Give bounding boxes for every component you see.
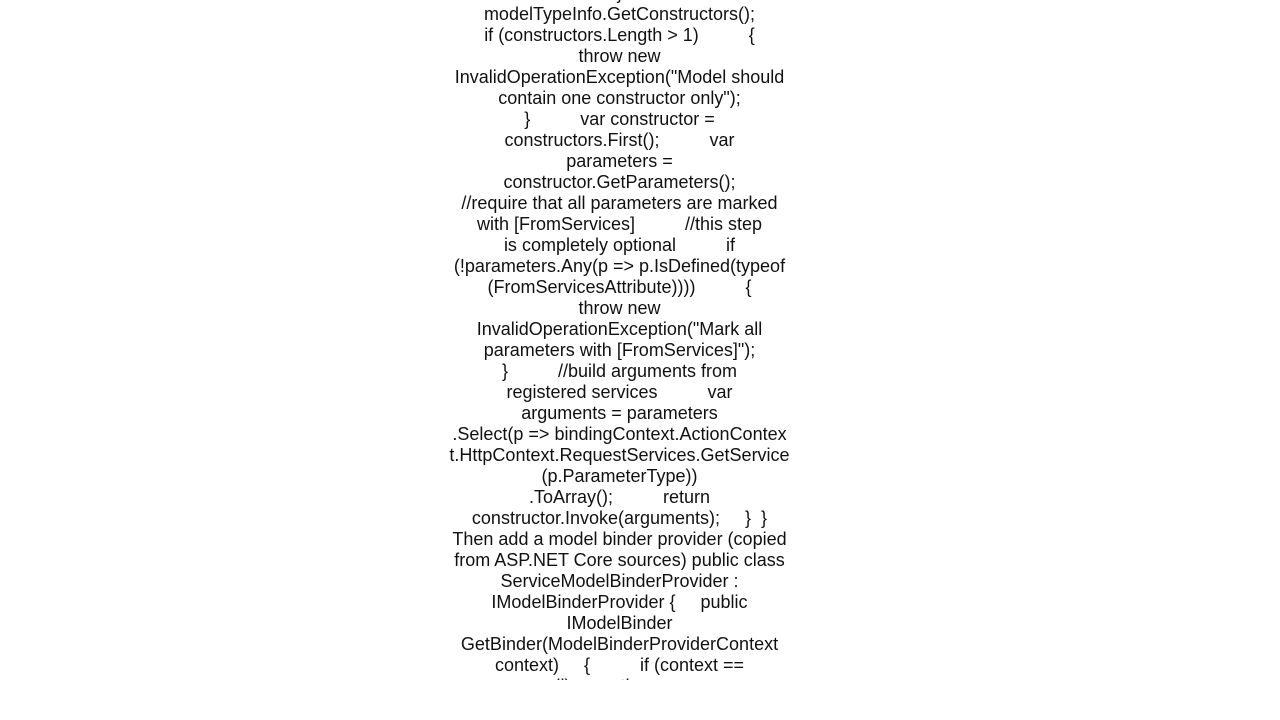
text-line: constructors.First(); var [504, 130, 735, 150]
text-line: parameters with [FromServices]"); [483, 340, 756, 360]
text-line: } var constructor = [524, 109, 715, 129]
text-line: arguments = parameters [521, 403, 718, 423]
text-line: InvalidOperationException("Model should [454, 67, 785, 87]
code-text-column: }modelTypeInfo.GetConstructors();if (con… [447, 0, 792, 680]
text-line: ServiceModelBinderProvider : [500, 571, 739, 591]
text-line: is completely optional if [503, 235, 736, 255]
text-line: InvalidOperationException("Mark all [476, 319, 763, 339]
text-line: .Select(p => bindingContext.ActionContex [452, 424, 787, 444]
text-line: IModelBinder [566, 613, 673, 633]
text-line: contain one constructor only"); [498, 88, 741, 108]
text-line: if (constructors.Length > 1) { [484, 25, 755, 45]
text-line: parameters = [566, 151, 673, 171]
text-line: GetBinder(ModelBinderProviderContext [460, 634, 779, 654]
text-line: constructor.GetParameters(); [503, 172, 736, 192]
text-line: throw new [578, 298, 661, 318]
text-line: from ASP.NET Core sources) public class [454, 550, 785, 570]
text-line: //require that all parameters are marked [461, 193, 778, 213]
text-line: null) throw new [447, 676, 792, 680]
text-line: context) { if (context == [494, 655, 745, 675]
text-line: (!parameters.Any(p => p.IsDefined(typeof [453, 256, 786, 276]
text-line: constructor.Invoke(arguments); } } [471, 508, 768, 528]
text-line: .ToArray(); return [528, 487, 711, 507]
text-line: IModelBinderProvider { public [491, 592, 748, 612]
text-line: Then add a model binder provider (copied [452, 529, 787, 549]
text-line: registered services var [506, 382, 733, 402]
text-line: (p.ParameterType)) [541, 466, 698, 486]
text-line: modelTypeInfo.GetConstructors(); [483, 4, 756, 24]
text-line: throw new [578, 46, 661, 66]
document-viewport: }modelTypeInfo.GetConstructors();if (con… [0, 0, 1280, 680]
text-line: (FromServicesAttribute)))) { [487, 277, 752, 297]
text-line: with [FromServices] //this step [476, 214, 763, 234]
text-line: } //build arguments from [501, 361, 738, 381]
text-line: t.HttpContext.RequestServices.GetService [449, 445, 790, 465]
